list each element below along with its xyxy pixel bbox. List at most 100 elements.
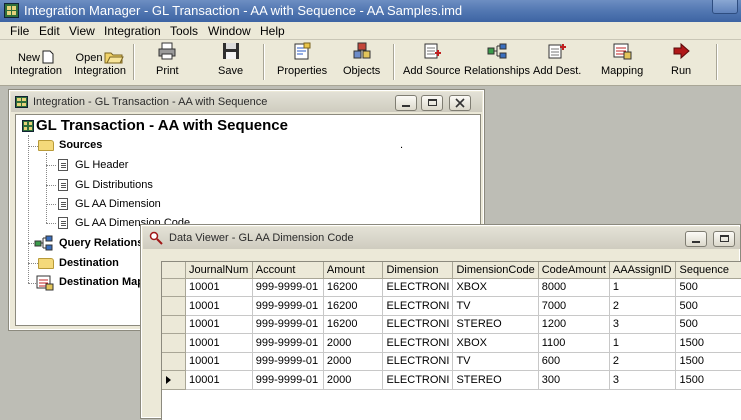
table-cell[interactable]: 2	[609, 352, 677, 371]
table-cell[interactable]: 16200	[323, 296, 384, 316]
table-cell[interactable]: ELECTRONI	[382, 278, 454, 297]
row-selector[interactable]	[162, 278, 186, 297]
table-cell[interactable]: ELECTRONI	[382, 296, 454, 316]
minimize-button[interactable]	[395, 95, 417, 111]
tree-node-sources[interactable]: Sources	[59, 139, 102, 151]
table-cell[interactable]: 10001	[185, 278, 253, 297]
close-button[interactable]	[449, 95, 471, 111]
row-selector[interactable]	[162, 296, 186, 316]
table-cell[interactable]: XBOX	[452, 333, 539, 353]
table-cell[interactable]: STEREO	[452, 370, 539, 390]
table-cell[interactable]: XBOX	[452, 278, 539, 297]
row-selector-header[interactable]	[162, 262, 186, 279]
table-cell[interactable]: ELECTRONI	[382, 315, 454, 334]
maximize-button[interactable]	[421, 95, 443, 111]
row-selector[interactable]	[162, 315, 186, 334]
table-cell[interactable]: 16200	[323, 315, 384, 334]
table-cell[interactable]: 600	[538, 352, 610, 371]
menu-help[interactable]: Help	[260, 24, 285, 38]
table-cell[interactable]: 1100	[538, 333, 610, 353]
table-cell[interactable]: TV	[452, 296, 539, 316]
app-title-bar[interactable]: Integration Manager - GL Transaction - A…	[0, 0, 741, 22]
save-button[interactable]: Save	[218, 42, 243, 77]
table-cell[interactable]: 500	[675, 315, 741, 334]
menu-integration[interactable]: Integration	[104, 24, 161, 38]
print-button[interactable]: Print	[156, 42, 179, 77]
column-header[interactable]: DimensionCode	[452, 262, 539, 279]
column-header[interactable]: Amount	[323, 262, 384, 279]
table-cell[interactable]: 3	[609, 370, 677, 390]
table-cell[interactable]: ELECTRONI	[382, 352, 454, 371]
table-cell[interactable]: 999-9999-01	[252, 315, 324, 334]
open-integration-button[interactable]: Open Integration	[74, 50, 126, 77]
tree-node-gl-aa-dimension[interactable]: GL AA Dimension	[75, 198, 161, 210]
table-cell[interactable]: 16200	[323, 278, 384, 297]
run-button[interactable]: Run	[671, 42, 691, 77]
table-cell[interactable]: 8000	[538, 278, 610, 297]
properties-button[interactable]: Properties	[277, 42, 327, 77]
table-cell[interactable]: 999-9999-01	[252, 333, 324, 353]
data-grid[interactable]: JournalNum Account Amount Dimension Dime…	[161, 261, 741, 420]
row-selector[interactable]	[162, 370, 186, 390]
tree-node-destination[interactable]: Destination	[59, 257, 119, 269]
row-selector[interactable]	[162, 333, 186, 353]
data-viewer-title-bar[interactable]: Data Viewer - GL AA Dimension Code	[143, 227, 740, 249]
row-selector[interactable]	[162, 352, 186, 371]
menu-tools[interactable]: Tools	[170, 24, 198, 38]
relationships-button[interactable]: Relationships	[464, 42, 530, 77]
table-cell[interactable]: 10001	[185, 370, 253, 390]
table-row[interactable]: 10001 999-9999-01 16200 ELECTRONI TV 7000 2 500	[162, 296, 741, 316]
table-cell[interactable]: 999-9999-01	[252, 278, 324, 297]
table-cell[interactable]: 500	[675, 296, 741, 316]
table-cell[interactable]: 10001	[185, 296, 253, 316]
column-header[interactable]: JournalNum	[185, 262, 253, 279]
column-header[interactable]: CodeAmount	[538, 262, 610, 279]
table-cell[interactable]: 1500	[675, 352, 741, 371]
table-cell[interactable]: 1	[609, 278, 677, 297]
table-cell[interactable]: 1500	[675, 333, 741, 353]
column-header[interactable]: Dimension	[382, 262, 454, 279]
tree-node-gl-distributions[interactable]: GL Distributions	[75, 179, 153, 191]
table-cell[interactable]: STEREO	[452, 315, 539, 334]
menu-view[interactable]: View	[69, 24, 95, 38]
table-cell[interactable]: 2000	[323, 333, 384, 353]
table-cell[interactable]: 10001	[185, 333, 253, 353]
column-header[interactable]: AAAssignID	[609, 262, 677, 279]
table-cell[interactable]: 300	[538, 370, 610, 390]
table-row[interactable]: 10001 999-9999-01 16200 ELECTRONI XBOX 8000 1 5…	[162, 278, 741, 297]
add-destination-button[interactable]: Add Dest.	[533, 42, 581, 77]
menu-edit[interactable]: Edit	[39, 24, 60, 38]
table-cell[interactable]: 999-9999-01	[252, 370, 324, 390]
data-viewer-maximize-button[interactable]	[713, 231, 735, 247]
table-cell[interactable]: 1200	[538, 315, 610, 334]
table-cell[interactable]: 2000	[323, 370, 384, 390]
table-cell[interactable]: 10001	[185, 315, 253, 334]
tree-root-label[interactable]: GL Transaction - AA with Sequence	[36, 117, 288, 134]
table-cell[interactable]: 1	[609, 333, 677, 353]
table-cell[interactable]: 999-9999-01	[252, 296, 324, 316]
table-cell[interactable]: TV	[452, 352, 539, 371]
column-header[interactable]: Sequence	[675, 262, 741, 279]
table-cell[interactable]: 999-9999-01	[252, 352, 324, 371]
data-viewer-minimize-button[interactable]	[685, 231, 707, 247]
table-cell[interactable]: ELECTRONI	[382, 333, 454, 353]
table-cell[interactable]: 500	[675, 278, 741, 297]
minimize-window-button[interactable]	[712, 0, 738, 14]
table-cell[interactable]: ELECTRONI	[382, 370, 454, 390]
table-cell[interactable]: 1500	[675, 370, 741, 390]
new-integration-button[interactable]: New Integration	[10, 50, 62, 77]
table-cell[interactable]: 2	[609, 296, 677, 316]
table-row[interactable]: 10001 999-9999-01 16200 ELECTRONI STEREO 1200…	[162, 315, 741, 334]
menu-window[interactable]: Window	[208, 24, 251, 38]
column-header[interactable]: Account	[252, 262, 324, 279]
table-cell[interactable]: 10001	[185, 352, 253, 371]
table-cell[interactable]: 7000	[538, 296, 610, 316]
table-row[interactable]: 10001 999-9999-01 2000 ELECTRONI STEREO 300 3 1…	[162, 370, 741, 390]
objects-button[interactable]: Objects	[343, 42, 380, 77]
table-cell[interactable]: 3	[609, 315, 677, 334]
menu-file[interactable]: File	[10, 24, 29, 38]
table-row[interactable]: 10001 999-9999-01 2000 ELECTRONI XBOX 1100 1 15…	[162, 333, 741, 353]
integration-window-title-bar[interactable]: Integration - GL Transaction - AA with S…	[11, 92, 482, 112]
tree-node-gl-header[interactable]: GL Header	[75, 159, 128, 171]
mapping-button[interactable]: Mapping	[601, 42, 643, 77]
